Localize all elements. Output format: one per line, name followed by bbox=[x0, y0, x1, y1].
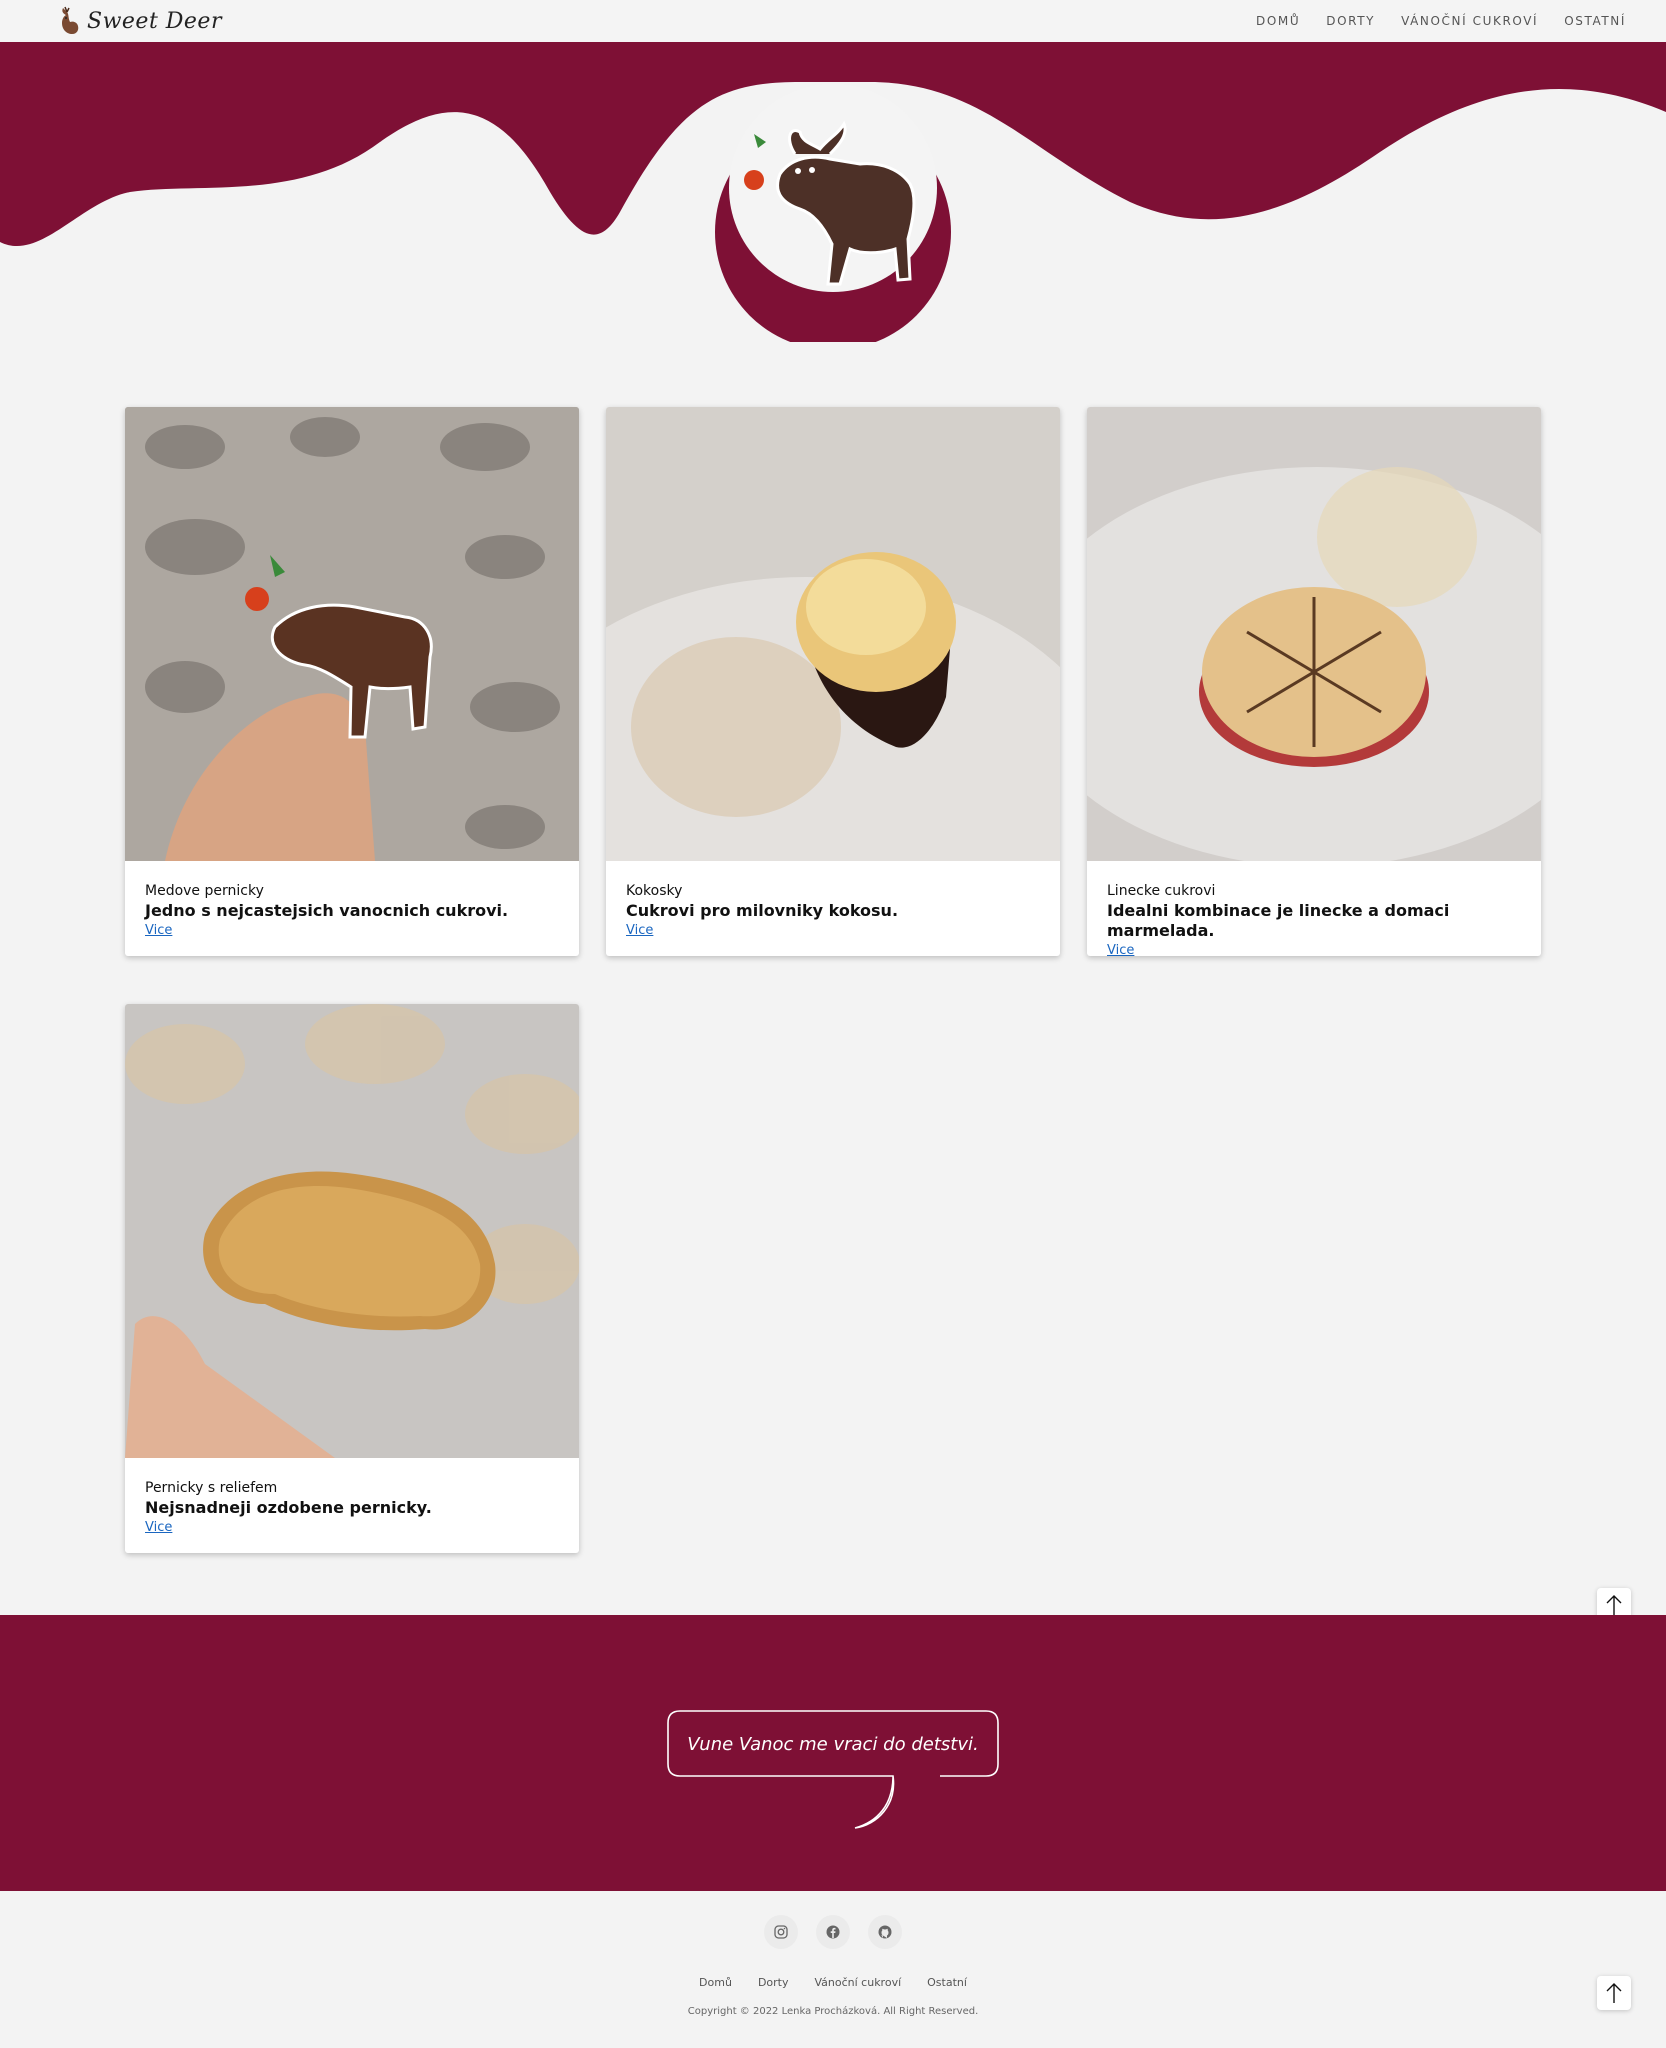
card-subtitle: Pernicky s reliefem bbox=[145, 1480, 278, 1496]
facebook-icon bbox=[826, 1925, 840, 1939]
nav-link-vanocni-cukrovi[interactable]: VÁNOČNÍ CUKROVÍ bbox=[1401, 14, 1538, 28]
github-button[interactable] bbox=[868, 1915, 902, 1949]
relief-gingerbread-photo bbox=[125, 1004, 579, 1458]
gingerbread-moose-photo bbox=[125, 407, 579, 861]
footer-link-ostatni[interactable]: Ostatní bbox=[927, 1976, 967, 1989]
more-link[interactable]: Vice bbox=[145, 1519, 172, 1537]
brand-name: Sweet Deer bbox=[87, 8, 222, 34]
arrow-up-icon bbox=[1606, 1595, 1622, 1615]
hero-wave bbox=[0, 42, 1666, 342]
card-title: Idealni kombinace je linecke a domaci ma… bbox=[1107, 901, 1450, 940]
github-icon bbox=[878, 1925, 892, 1939]
quote-text: Vune Vanoc me vraci do detstvi. bbox=[687, 1733, 979, 1755]
card-title: Cukrovi pro milovniky kokosu. bbox=[626, 901, 899, 920]
quote-section: Vune Vanoc me vraci do detstvi. bbox=[0, 1615, 1666, 1891]
card-subtitle: Linecke cukrovi bbox=[1107, 883, 1216, 899]
card-title: Nejsnadneji ozdobene pernicky. bbox=[145, 1498, 432, 1517]
deer-logo-icon bbox=[62, 6, 79, 34]
card-medove-pernicky: Medove pernicky Jedno s nejcastejsich va… bbox=[125, 407, 579, 956]
footer: Domů Dorty Vánoční cukroví Ostatní Copyr… bbox=[0, 1891, 1666, 2048]
more-link[interactable]: Vice bbox=[1107, 942, 1134, 956]
scroll-top-button-bottom[interactable] bbox=[1597, 1976, 1631, 2010]
nav-link-ostatni[interactable]: OSTATNÍ bbox=[1564, 14, 1626, 28]
facebook-button[interactable] bbox=[816, 1915, 850, 1949]
card-title: Jedno s nejcastejsich vanocnich cukrovi. bbox=[145, 901, 509, 920]
card-pernicky-s-reliefem: Pernicky s reliefem Nejsnadneji ozdobene… bbox=[125, 1004, 579, 1553]
copyright-text: Copyright © 2022 Lenka Procházková. All … bbox=[687, 2006, 979, 2017]
arrow-up-icon bbox=[1606, 1983, 1622, 2003]
card-subtitle: Medove pernicky bbox=[145, 883, 264, 899]
footer-link-vanocni-cukrovi[interactable]: Vánoční cukroví bbox=[814, 1976, 901, 1989]
card-kokosky: Kokosky Cukrovi pro milovniky kokosu. Vi… bbox=[606, 407, 1060, 956]
more-link[interactable]: Vice bbox=[145, 922, 172, 940]
card-subtitle: Kokosky bbox=[626, 883, 683, 899]
brand-logo[interactable]: Sweet Deer bbox=[57, 4, 222, 38]
nav-menu: DOMŮ DORTY VÁNOČNÍ CUKROVÍ OSTATNÍ bbox=[1256, 0, 1626, 42]
footer-link-dorty[interactable]: Dorty bbox=[758, 1976, 789, 1989]
more-link[interactable]: Vice bbox=[626, 922, 653, 940]
nav-link-domu[interactable]: DOMŮ bbox=[1256, 14, 1300, 28]
instagram-button[interactable] bbox=[764, 1915, 798, 1949]
hero-banner bbox=[0, 42, 1666, 342]
footer-links: Domů Dorty Vánoční cukroví Ostatní bbox=[0, 1976, 1666, 1989]
card-linecke-cukrovi: Linecke cukrovi Idealni kombinace je lin… bbox=[1087, 407, 1541, 956]
navbar: Sweet Deer DOMŮ DORTY VÁNOČNÍ CUKROVÍ OS… bbox=[0, 0, 1666, 42]
linzer-cookie-photo bbox=[1087, 407, 1541, 861]
coconut-macaroon-photo bbox=[606, 407, 1060, 861]
instagram-icon bbox=[774, 1925, 788, 1939]
footer-link-domu[interactable]: Domů bbox=[699, 1976, 732, 1989]
nav-link-dorty[interactable]: DORTY bbox=[1326, 14, 1375, 28]
social-links bbox=[0, 1915, 1666, 1949]
